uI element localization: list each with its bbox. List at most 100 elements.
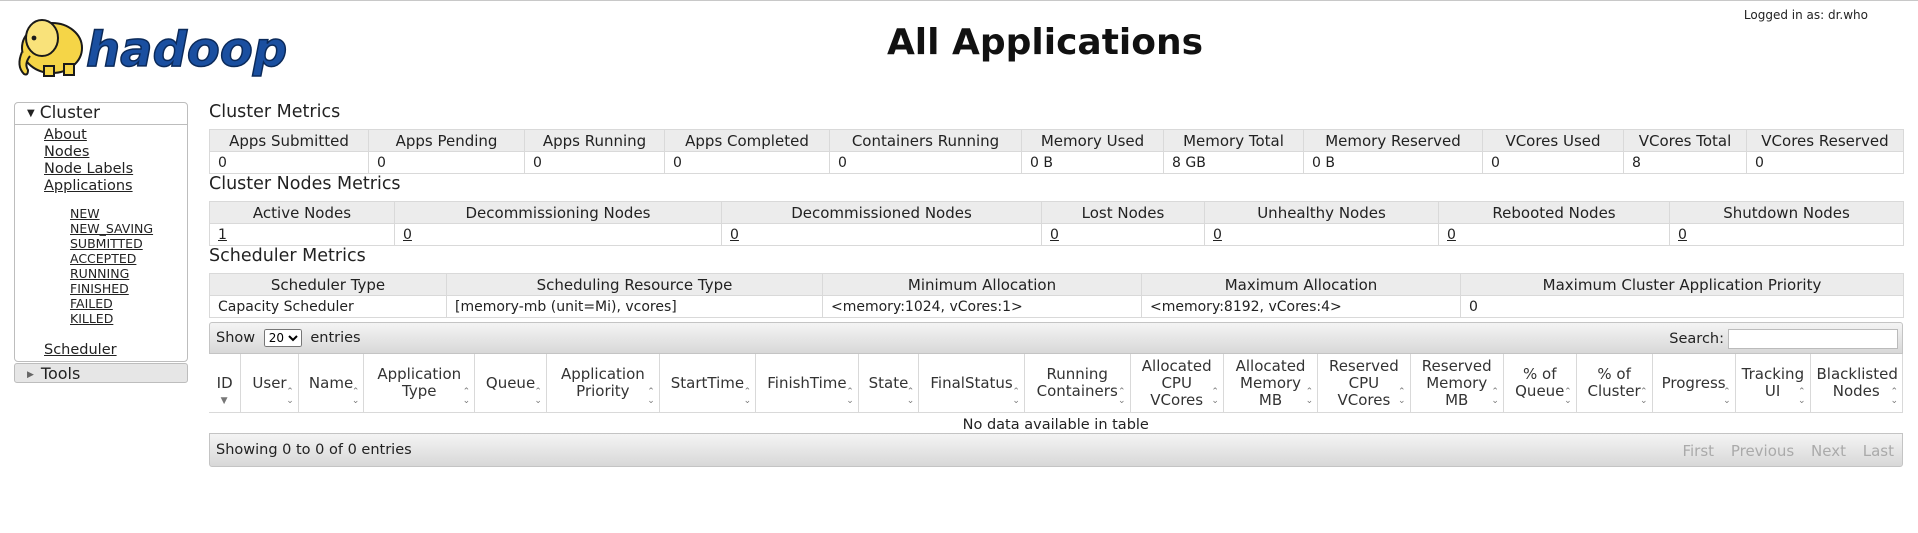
column-header: Containers Running [829,129,1022,152]
page-title: All Applications [886,22,1204,63]
sortable-column-header[interactable]: Allocated Memory MB ⌃ ⌄ [1223,354,1319,413]
sort-both-icon: ⌃ ⌄ [286,387,294,406]
sortable-column-header[interactable]: Tracking UI ⌃ ⌄ [1735,354,1811,413]
entries-select[interactable]: 20 [263,329,302,347]
table-header-row: ID ▼ User ⌃ ⌄ Name ⌃ ⌄ Application Type ⌃ ⌄ Que… [209,354,1904,413]
nav-link-nodes[interactable]: Nodes [44,144,187,161]
column-header: VCores Total [1623,129,1747,152]
sortable-column-header[interactable]: Allocated CPU VCores ⌃ ⌄ [1130,354,1224,413]
sortable-column-header[interactable]: Application Type ⌃ ⌄ [363,354,476,413]
triangle-down-icon: ▼ [27,108,35,119]
sortable-column-header[interactable]: Reserved CPU VCores ⌃ ⌄ [1317,354,1411,413]
metric-value: 0 [1746,151,1904,174]
sort-both-icon: ⌃ ⌄ [647,387,655,406]
sortable-column-header[interactable]: ID ▼ [209,354,242,413]
sortable-column-header[interactable]: Progress ⌃ ⌄ [1652,354,1736,413]
decommissioning-nodes-link[interactable]: 0 [403,227,412,243]
sortable-column-header[interactable]: State ⌃ ⌄ [858,354,920,413]
rebooted-nodes-link[interactable]: 0 [1447,227,1456,243]
sortable-column-header[interactable]: Blacklisted Nodes ⌃ ⌄ [1810,354,1904,413]
top-border [0,0,1918,1]
column-header: Active Nodes [209,201,395,224]
column-header: Memory Used [1021,129,1164,152]
metric-value: 0 [1482,151,1624,174]
sortable-column-header[interactable]: Application Priority ⌃ ⌄ [546,354,660,413]
sortable-column-header[interactable]: Name ⌃ ⌄ [298,354,365,413]
nav-state-new[interactable]: NEW [70,206,187,221]
shutdown-nodes-link[interactable]: 0 [1678,227,1687,243]
sort-both-icon: ⌃ ⌄ [1211,387,1219,406]
sortable-column-header[interactable]: Reserved Memory MB ⌃ ⌄ [1410,354,1504,413]
column-header: Unhealthy Nodes [1204,201,1439,224]
scheduler-value: Capacity Scheduler [209,295,447,318]
node-metrics-table: Active Nodes Decommissioning Nodes Decom… [209,201,1904,246]
active-nodes-link[interactable]: 1 [218,227,227,243]
tools-nav-label: Tools [40,364,81,383]
pager-next-button[interactable]: Next [1811,442,1846,460]
sort-both-icon: ⌃ ⌄ [1012,387,1020,406]
sortable-column-header[interactable]: % of Queue ⌃ ⌄ [1503,354,1577,413]
pager-first-button[interactable]: First [1682,442,1714,460]
scheduler-value: [memory-mb (unit=Mi), vcores] [446,295,823,318]
sortable-column-header[interactable]: % of Cluster ⌃ ⌄ [1576,354,1653,413]
column-label: % of Queue [1515,365,1565,400]
nav-link-scheduler[interactable]: Scheduler [44,342,187,359]
column-label: Reserved Memory MB [1421,356,1492,409]
nav-state-failed[interactable]: FAILED [70,296,187,311]
nav-state-finished[interactable]: FINISHED [70,281,187,296]
table-info: Showing 0 to 0 of 0 entries [216,442,412,458]
cluster-metrics-title: Cluster Metrics [209,102,341,122]
table-header-row: Active Nodes Decommissioning Nodes Decom… [209,201,1904,224]
sortable-column-header[interactable]: StartTime ⌃ ⌄ [659,354,757,413]
apps-table-footer: Showing 0 to 0 of 0 entries First Previo… [209,433,1903,467]
sortable-column-header[interactable]: User ⌃ ⌄ [240,354,299,413]
nav-link-node-labels[interactable]: Node Labels [44,161,187,178]
decommissioned-nodes-link[interactable]: 0 [730,227,739,243]
nav-state-new-saving[interactable]: NEW_SAVING [70,221,187,236]
logged-in-user: Logged in as: dr.who [1743,8,1868,22]
column-header: Memory Total [1163,129,1304,152]
column-label: Allocated CPU VCores [1141,356,1212,409]
pagination: First Previous Next Last [1670,442,1894,460]
nav-state-submitted[interactable]: SUBMITTED [70,236,187,251]
scheduler-metrics-title: Scheduler Metrics [209,246,366,266]
nav-state-killed[interactable]: KILLED [70,311,187,326]
sortable-column-header[interactable]: Queue ⌃ ⌄ [474,354,547,413]
column-label: Queue [485,373,536,392]
column-label: Running Containers [1036,365,1118,400]
application-state-links: NEW NEW_SAVING SUBMITTED ACCEPTED RUNNIN… [44,206,187,326]
column-label: Reserved CPU VCores [1328,356,1399,409]
column-header: VCores Used [1482,129,1624,152]
tools-nav-header[interactable]: ▶ Tools [14,363,188,383]
lost-nodes-link[interactable]: 0 [1050,227,1059,243]
search-input[interactable] [1728,329,1898,349]
entries-label: entries [310,330,361,346]
pager-previous-button[interactable]: Previous [1731,442,1794,460]
unhealthy-nodes-link[interactable]: 0 [1213,227,1222,243]
column-header: VCores Reserved [1746,129,1904,152]
scheduler-value: <memory:1024, vCores:1> [822,295,1142,318]
sort-both-icon: ⌃ ⌄ [1117,387,1126,406]
sortable-column-header[interactable]: FinalStatus ⌃ ⌄ [918,354,1025,413]
cluster-nav-header[interactable]: ▼ Cluster [15,103,187,125]
sort-both-icon: ⌃ ⌄ [351,387,360,406]
sortable-column-header[interactable]: FinishTime ⌃ ⌄ [755,354,859,413]
column-header: Scheduling Resource Type [446,273,823,296]
nav-link-applications[interactable]: Applications [44,178,187,195]
column-header: Lost Nodes [1041,201,1205,224]
page-length-control: Show 20 entries [216,329,361,347]
metric-value: 0 [829,151,1022,174]
nav-link-about[interactable]: About [44,127,187,144]
metric-value: 0 B [1021,151,1164,174]
pager-last-button[interactable]: Last [1863,442,1894,460]
sortable-column-header[interactable]: Running Containers ⌃ ⌄ [1024,354,1131,413]
table-header-row: Apps Submitted Apps Pending Apps Running… [209,129,1904,152]
nav-state-running[interactable]: RUNNING [70,266,187,281]
sort-both-icon: ⌃ ⌄ [1797,387,1806,406]
apps-table-toolbar: Show 20 entries Search: [209,322,1903,354]
nav-state-accepted[interactable]: ACCEPTED [70,251,187,266]
column-header: Memory Reserved [1303,129,1483,152]
applications-table: ID ▼ User ⌃ ⌄ Name ⌃ ⌄ Application Type ⌃ ⌄ Que… [209,354,1904,438]
sort-both-icon: ⌃ ⌄ [1723,387,1731,406]
scheduler-value: 0 [1460,295,1904,318]
